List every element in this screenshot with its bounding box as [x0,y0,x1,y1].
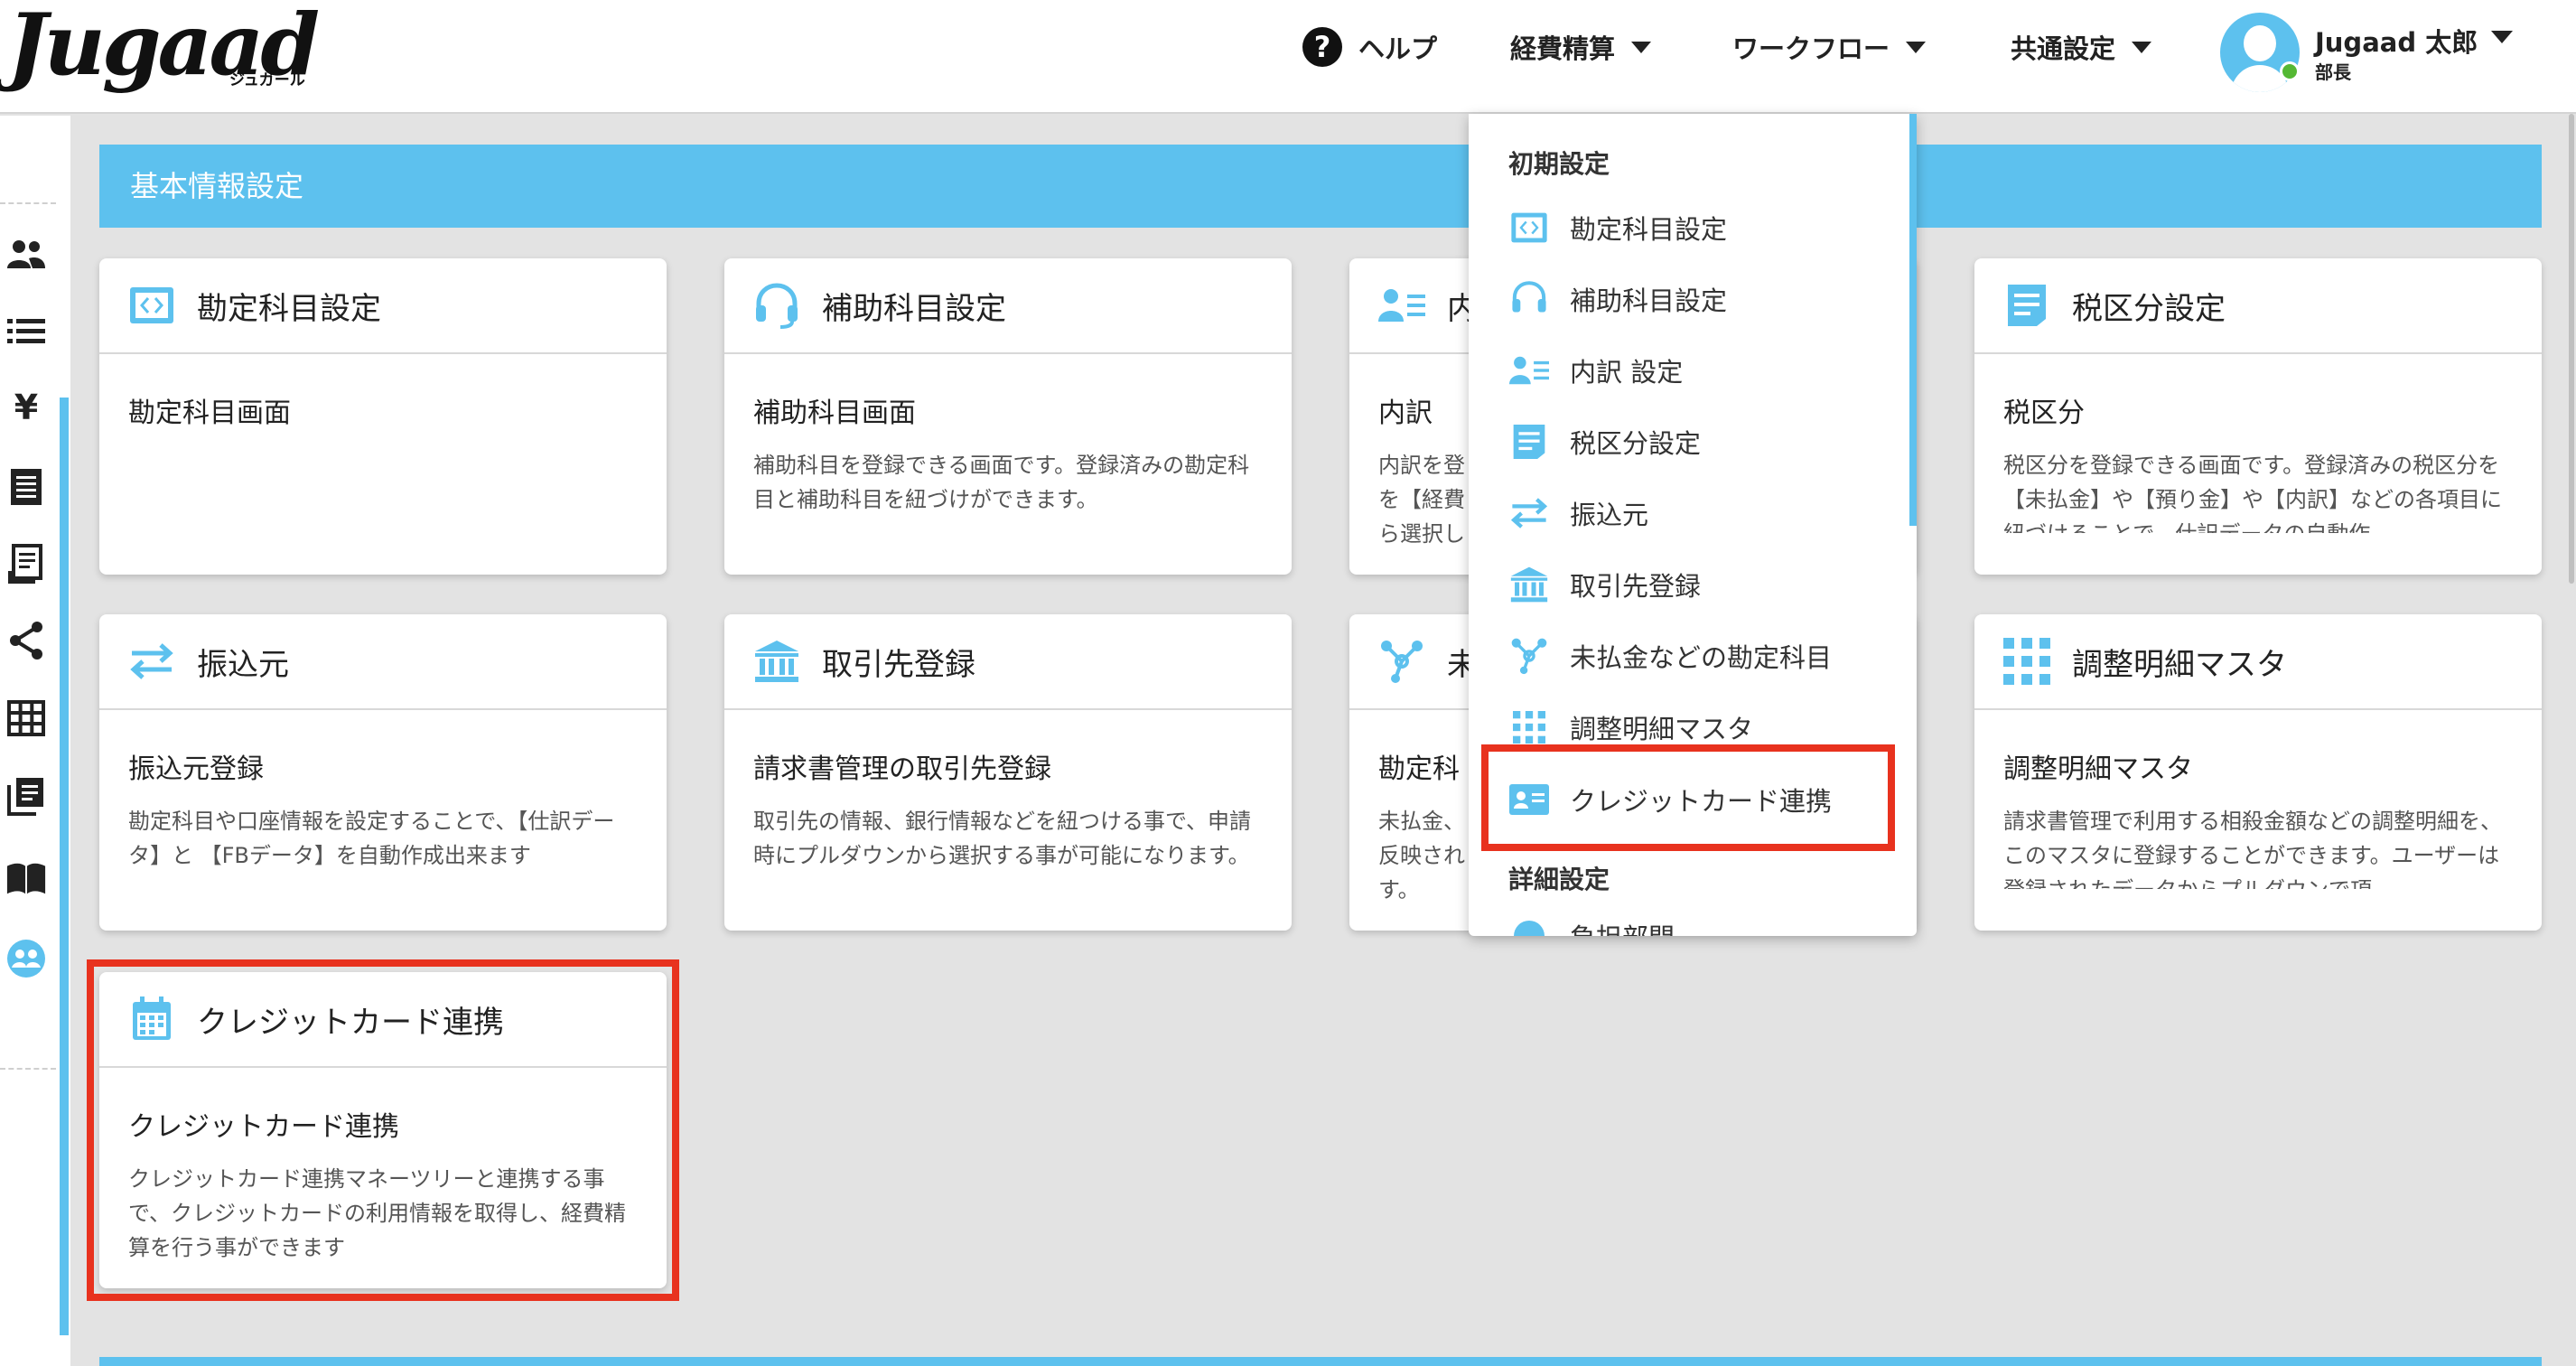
document-icon[interactable] [5,466,47,508]
dropdown-item-breakdown[interactable]: 内訳 設定 [1508,343,1683,398]
grid-icon [2003,638,2050,685]
card-subtitle: 振込元登録 [128,753,264,785]
user-role: 部長 [2315,61,2351,83]
app-logo[interactable]: Jugaad ジュガール [7,0,320,90]
help-icon: ? [1302,27,1342,67]
menu-expense-label: 経費精算 [1510,33,1616,64]
card-title: 調整明細マスタ [2072,646,2287,683]
dropdown-item-label: 負担部門 [1570,917,1675,936]
network-icon [1378,638,1425,685]
dropdown-item-tax-category[interactable]: 税区分設定 [1508,415,1701,469]
card-subtitle: 請求書管理の取引先登録 [753,753,1051,785]
dropdown-item-unpaid-accounts[interactable]: 未払金などの勘定科目 [1508,629,1832,683]
section-title: 基本情報設定 [130,169,304,203]
card-tax-category[interactable]: 税区分設定 税区分 税区分を登録できる画面です。登録済みの税区分を【未払金】や【… [1974,258,2542,575]
card-subtitle: 勘定科目画面 [128,398,291,429]
dropdown-item-vendor[interactable]: 取引先登録 [1508,557,1701,612]
help-label: ヘルプ [1358,33,1438,64]
dropdown-heading-detail: 詳細設定 [1508,865,1610,894]
user-name[interactable]: Jugaad 太郎 [2315,22,2478,60]
headset-icon [753,282,800,329]
card-subtitle: 税区分 [2003,398,2085,429]
grid-icon[interactable] [5,697,47,739]
card-title: 取引先登録 [822,646,975,683]
dropdown-item-cost-department[interactable]: 負担部門 [1508,909,1675,936]
card-transfer-source[interactable]: 振込元 振込元登録 勘定科目や口座情報を設定することで、【仕訳データ】と 【FB… [99,614,667,931]
card-description: 税区分を登録できる画面です。登録済みの税区分を【未払金】や【預り金】や【内訳】な… [2003,453,2502,533]
menu-expense[interactable]: 経費精算 [1510,0,1652,94]
card-title: 税区分設定 [2072,290,2226,327]
card-subtitle: 調整明細マスタ [2003,753,2193,785]
users-icon[interactable] [5,233,47,275]
chevron-down-icon [1631,41,1652,53]
logo-subtext: ジュガール [229,71,305,89]
user-menu-chevron-icon[interactable] [2491,31,2513,43]
card-sub-account[interactable]: 補助科目設定 補助科目画面 補助科目を登録できる画面です。登録済みの勘定科目と補… [724,258,1292,575]
section-header: 基本情報設定 [99,145,2542,228]
page-scrollbar[interactable] [2569,114,2574,584]
dropdown-item-transfer-source[interactable]: 振込元 [1508,486,1648,540]
transfer-icon [1508,492,1550,534]
pie-chart-icon [1508,915,1550,936]
code-icon [1508,207,1550,248]
receipt-icon[interactable] [5,544,47,585]
menu-workflow[interactable]: ワークフロー [1732,0,1927,94]
person-list-icon [1508,350,1550,391]
left-sidebar: ¥ [0,116,70,1366]
dropdown-heading-initial: 初期設定 [1508,149,1610,179]
card-account-items[interactable]: 勘定科目設定 勘定科目画面 [99,258,667,575]
card-subtitle: 補助科目画面 [753,398,916,429]
card-title: 勘定科目設定 [197,290,381,327]
card-title: 補助科目設定 [822,290,1006,327]
people-circle-icon[interactable] [5,938,47,979]
card-adjustment-master[interactable]: 調整明細マスタ 調整明細マスタ 請求書管理で利用する相殺金額などの調整明細を、こ… [1974,614,2542,931]
card-description: 請求書管理で利用する相殺金額などの調整明細を、このマスタに登録することができます… [2003,809,2502,889]
code-icon [128,282,175,329]
person-list-icon [1378,282,1425,329]
chevron-down-icon [1906,41,1927,53]
dropdown-item-sub-account[interactable]: 補助科目設定 [1508,272,1727,326]
dropdown-item-label: 調整明細マスタ [1570,714,1754,744]
online-status-icon [2280,61,2300,81]
tax-doc-icon [2003,282,2050,329]
dropdown-item-label: 補助科目設定 [1570,285,1728,316]
card-description: 補助科目を登録できる画面です。登録済みの勘定科目と補助科目を紐づけができます。 [753,453,1250,512]
headset-icon [1508,278,1550,320]
top-bar: Jugaad ジュガール ? ヘルプ 経費精算 ワークフロー 共通設定 Juga… [0,0,2576,114]
share-icon[interactable] [5,620,47,661]
menu-common-settings[interactable]: 共通設定 [2011,0,2152,94]
dropdown-item-label: 内訳 設定 [1570,357,1684,388]
list-icon[interactable] [5,311,47,352]
dropdown-item-label: 未払金などの勘定科目 [1570,642,1833,673]
dropdown-item-label: 振込元 [1570,500,1649,530]
card-title: 振込元 [197,646,289,683]
highlight-box-card [87,959,679,1301]
card-vendor[interactable]: 取引先登録 請求書管理の取引先登録 取引先の情報、銀行情報などを紐つける事で、申… [724,614,1292,931]
highlight-box-dropdown [1481,744,1895,851]
dropdown-item-account-items[interactable]: 勘定科目設定 [1508,201,1727,255]
book-icon[interactable] [5,858,47,900]
dropdown-item-label: 税区分設定 [1570,428,1702,459]
card-description: 取引先の情報、銀行情報などを紐つける事で、申請時にプルダウンから選択する事が可能… [753,809,1252,868]
yen-icon[interactable]: ¥ [5,387,47,428]
dropdown-item-label: 取引先登録 [1570,571,1702,602]
stack-icon[interactable] [5,775,47,817]
chevron-down-icon [2132,41,2152,53]
menu-workflow-label: ワークフロー [1732,33,1890,64]
dropdown-scrollbar[interactable] [1909,114,1917,526]
help-link[interactable]: ? ヘルプ [1302,0,1437,94]
card-description: 勘定科目や口座情報を設定することで、【仕訳データ】と 【FBデータ】を自動作成出… [128,809,615,868]
dropdown-item-label: 勘定科目設定 [1570,214,1728,245]
bank-icon [753,638,800,685]
next-section-header [99,1357,2542,1366]
bank-icon [1508,564,1550,605]
tax-doc-icon [1508,421,1550,463]
grid-icon [1508,706,1550,748]
transfer-icon [128,638,175,685]
sidebar-active-indicator [60,398,69,1335]
network-icon [1508,635,1550,677]
menu-common-settings-label: 共通設定 [2011,33,2116,64]
